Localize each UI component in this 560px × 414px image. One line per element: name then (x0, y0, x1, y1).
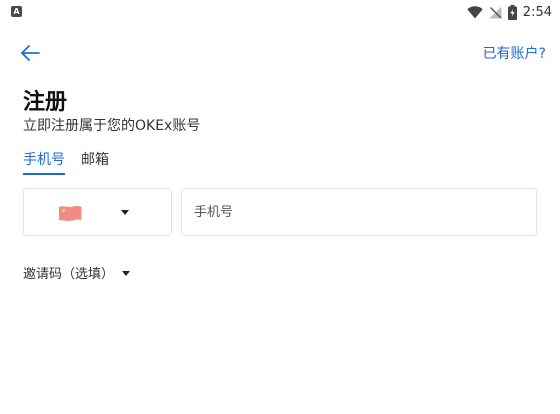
china-flag-icon (59, 205, 82, 221)
login-link[interactable]: 已有账户? (483, 43, 546, 63)
arrow-left-icon (21, 45, 40, 61)
chevron-down-icon (121, 210, 129, 215)
status-icons: 2:54 (467, 3, 552, 21)
no-signal-icon (489, 6, 502, 18)
status-time: 2:54 (522, 4, 552, 20)
tab-phone[interactable]: 手机号 (23, 149, 65, 175)
wifi-icon (467, 5, 483, 18)
status-bar: A 2:54 (0, 0, 560, 24)
chevron-down-icon (122, 270, 131, 276)
back-button[interactable] (18, 40, 44, 66)
notification-icon: A (11, 6, 22, 17)
country-code-select[interactable] (23, 188, 172, 236)
phone-number-input[interactable] (181, 188, 537, 236)
page-title: 注册 (23, 90, 68, 115)
tab-email[interactable]: 邮箱 (81, 149, 109, 175)
register-screen: A 2:54 已有账户? 注册 立即注册属于您的OKEx账号 手机号 邮箱 手机… (0, 0, 560, 414)
invite-code-toggle[interactable]: 邀请码（选填） (23, 263, 131, 282)
register-method-tabs: 手机号 邮箱 (23, 149, 109, 175)
invite-code-label: 邀请码（选填） (23, 267, 115, 282)
page-subtitle: 立即注册属于您的OKEx账号 (23, 118, 201, 134)
battery-icon (507, 4, 517, 20)
